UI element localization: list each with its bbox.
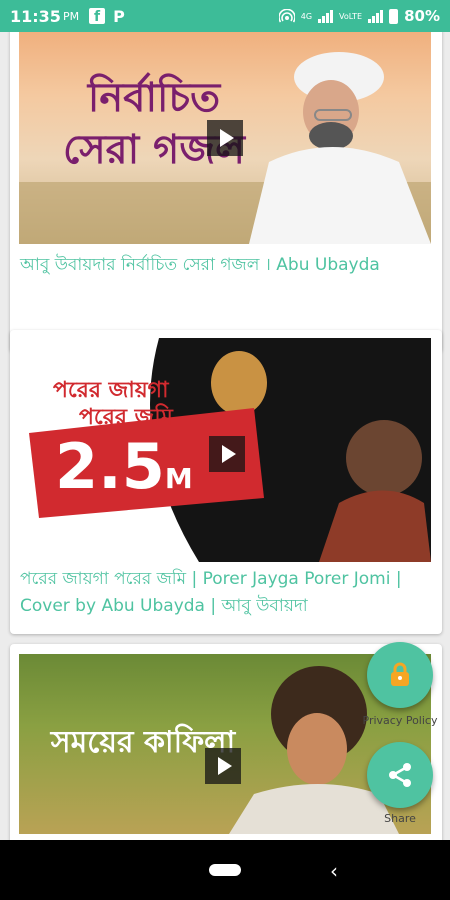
volte-label: VoLTE [339, 11, 363, 21]
video-title[interactable]: পরের জায়গা পরের জমি | Porer Jayga Porer… [20, 566, 430, 620]
video-thumbnail[interactable]: পরের জায়গা পরের জমি 2.5M [19, 338, 431, 562]
video-card[interactable]: নির্বাচিত সেরা গজল আবু উবায়দার নির্বাচি… [10, 32, 442, 352]
facebook-notification-icon: f [89, 8, 106, 25]
lock-icon [391, 662, 409, 686]
play-icon[interactable] [207, 120, 243, 156]
video-title[interactable]: আবু উবায়দার নির্বাচিত সেরা গজল । Abu Ub… [20, 252, 430, 279]
privacy-policy-label: Privacy Policy [362, 714, 438, 727]
battery-percent: 80% [404, 7, 440, 25]
share-icon [389, 763, 411, 787]
signal-icon [318, 9, 334, 23]
battery-icon [389, 8, 399, 24]
back-icon[interactable]: ‹ [330, 859, 338, 883]
p-notification-icon: P [113, 6, 125, 26]
home-pill-button[interactable] [209, 864, 241, 876]
play-icon[interactable] [205, 748, 241, 784]
view-count-number: 2.5 [55, 430, 165, 503]
signal-icon-2 [368, 9, 384, 23]
video-thumbnail[interactable]: নির্বাচিত সেরা গজল [19, 32, 431, 244]
network-type-label: 4G [300, 11, 313, 21]
status-right-group: 4G VoLTE 80% [278, 7, 440, 25]
hotspot-icon [278, 9, 295, 23]
status-ampm: PM [62, 9, 80, 23]
video-card[interactable]: পরের জায়গা পরের জমি 2.5M পরের জায়গা পর… [10, 330, 442, 634]
play-icon[interactable] [209, 436, 245, 472]
view-count-suffix: M [164, 462, 193, 495]
share-button[interactable] [367, 742, 433, 808]
status-bar: 11:35 PM f P 4G VoLTE 80% [0, 0, 450, 32]
privacy-policy-button[interactable] [367, 642, 433, 708]
share-label: Share [384, 812, 416, 825]
status-time: 11:35 [10, 6, 61, 26]
system-nav-bar: ‹ [0, 840, 450, 900]
view-count-badge: 2.5M [55, 430, 193, 503]
